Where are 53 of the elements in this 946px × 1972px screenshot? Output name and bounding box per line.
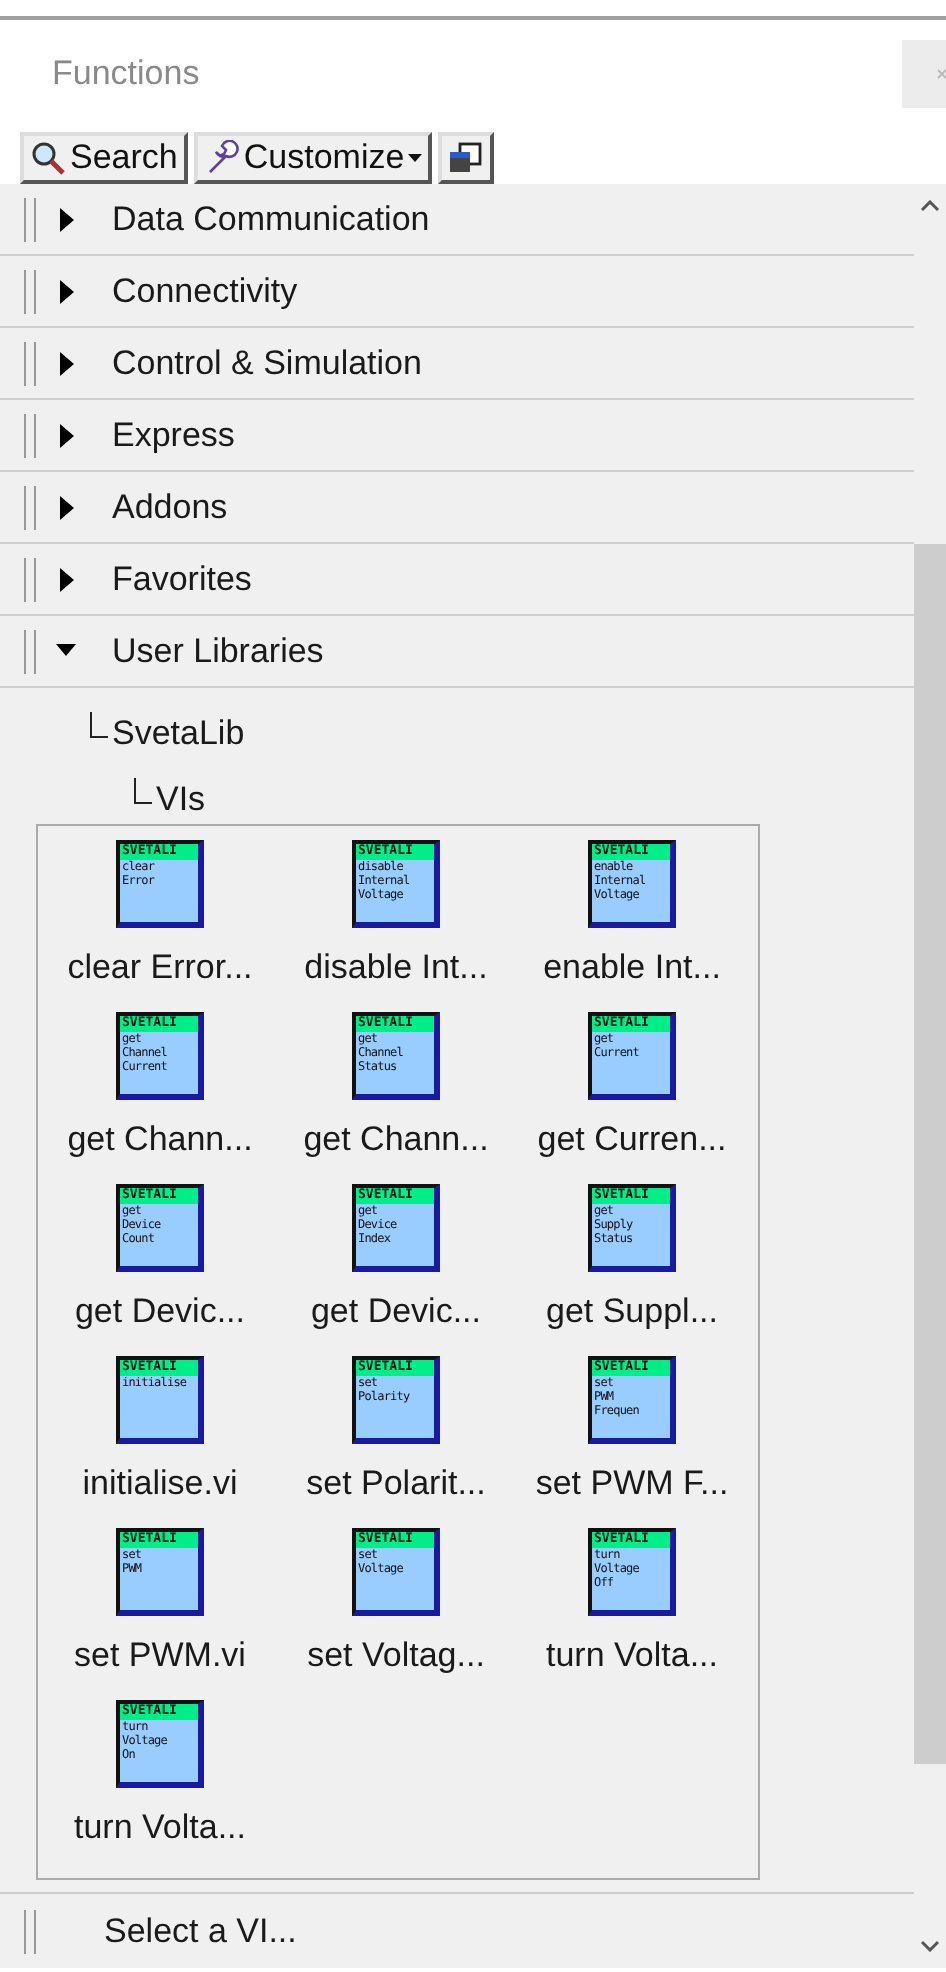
grip-icon	[24, 557, 36, 601]
vi-label[interactable]: clear Error...	[67, 948, 253, 988]
grip-icon	[24, 1909, 36, 1953]
vi-label[interactable]: disable Int...	[304, 948, 488, 988]
expand-triangle-icon[interactable]	[56, 351, 76, 375]
scroll-up-icon[interactable]	[920, 200, 940, 212]
vi-label[interactable]: initialise.vi	[82, 1464, 238, 1504]
expand-triangle-icon[interactable]	[56, 567, 76, 591]
grip-icon	[24, 269, 36, 313]
caret-icon	[408, 153, 423, 163]
vi-label[interactable]: get Devic...	[74, 1292, 246, 1332]
vi-label[interactable]: enable Int...	[543, 948, 721, 988]
vi-label[interactable]: turn Volta...	[74, 1808, 246, 1848]
expand-triangle-icon[interactable]	[56, 207, 76, 231]
expand-triangle-icon[interactable]	[56, 423, 76, 447]
tree-connector	[134, 778, 152, 804]
window-button[interactable]	[438, 132, 495, 184]
grip-icon	[24, 485, 36, 529]
category-row[interactable]: User Libraries	[0, 616, 914, 688]
grip-icon	[24, 629, 36, 673]
scroll-down-icon[interactable]	[920, 1940, 940, 1952]
tree-item[interactable]: VIs	[156, 780, 206, 820]
select-vi-item[interactable]: Select a VI...	[104, 1911, 297, 1951]
vi-label[interactable]: get Chann...	[303, 1120, 489, 1160]
window-icon	[448, 142, 485, 174]
search-icon	[30, 140, 66, 176]
vi-label[interactable]: set Voltag...	[307, 1636, 485, 1676]
grip-icon	[24, 197, 36, 241]
tree-item[interactable]: SvetaLib	[112, 714, 245, 754]
expand-triangle-icon[interactable]	[56, 495, 76, 519]
search-button[interactable]: Search	[20, 132, 188, 184]
customize-button[interactable]: Customize	[193, 132, 433, 184]
category-row[interactable]: Data Communication	[0, 184, 914, 256]
category-row[interactable]: Control & Simulation	[0, 328, 914, 400]
tree-connector	[90, 712, 108, 738]
vi-label[interactable]: get Curren...	[537, 1120, 727, 1160]
vi-label[interactable]: get Suppl...	[545, 1292, 718, 1332]
vi-label[interactable]: set PWM.vi	[74, 1636, 246, 1676]
vi-label[interactable]: turn Volta...	[546, 1636, 718, 1676]
scrollbar-thumb[interactable]	[914, 544, 946, 1764]
vi-label[interactable]: set Polarit...	[306, 1464, 486, 1504]
vi-label[interactable]: get Devic...	[310, 1292, 482, 1332]
category-row[interactable]: Favorites	[0, 544, 914, 616]
category-row[interactable]: Connectivity	[0, 256, 914, 328]
grip-icon	[24, 413, 36, 457]
expand-triangle-icon[interactable]	[56, 279, 76, 303]
close-icon	[934, 64, 946, 84]
category-row[interactable]: Addons	[0, 472, 914, 544]
vi-label[interactable]: get Chann...	[67, 1120, 253, 1160]
window-title: Functions	[52, 54, 200, 94]
vi-label[interactable]: set PWM F...	[535, 1464, 729, 1504]
category-row[interactable]: Express	[0, 400, 914, 472]
grip-icon	[24, 341, 36, 385]
